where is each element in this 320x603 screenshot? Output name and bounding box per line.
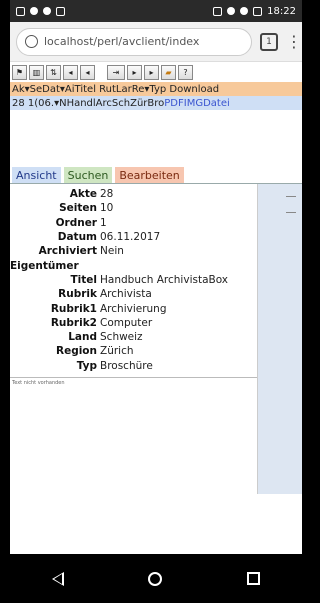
img-link[interactable]: IMG — [184, 98, 203, 109]
record-details: Akte 28 Seiten 10 Ordner 1 Datum 06.11.2… — [10, 184, 258, 494]
menu-dots-icon[interactable]: ⋮ — [286, 32, 302, 51]
field-label: Rubrik — [58, 288, 97, 301]
status-bar: 18:22 — [10, 0, 302, 22]
field-value: Nein — [100, 245, 124, 258]
detail-pane: Akte 28 Seiten 10 Ordner 1 Datum 06.11.2… — [10, 184, 302, 494]
field-label: Region — [55, 345, 97, 358]
field-label: Seiten — [59, 202, 97, 215]
battery-icon — [253, 6, 263, 16]
field-value: Archivierung — [100, 302, 167, 315]
preview-pane[interactable] — [258, 184, 302, 494]
field-value: Handbuch ArchivistaBox — [100, 273, 229, 286]
field-typ: Typ Broschüre — [10, 359, 257, 373]
clock: 18:22 — [267, 5, 296, 17]
list-header[interactable]: Ak▾SeDat▾AiTitel RutLarRe▾Typ Download — [10, 82, 302, 96]
text-note: Text nicht vorhanden — [12, 379, 65, 386]
field-value: 10 — [100, 202, 114, 215]
field-value: Broschüre — [100, 359, 153, 372]
field-value: 06.11.2017 — [100, 231, 161, 244]
flag-icon[interactable]: ⚑ — [12, 64, 27, 80]
field-datum: Datum 06.11.2017 — [10, 230, 257, 244]
first-page-icon[interactable]: ◂ — [63, 64, 78, 80]
location-icon — [30, 7, 38, 15]
phone-screen: 18:22 localhost/perl/avclient/index 1 ⋮ … — [10, 0, 302, 603]
archive-toolbar: ⚑ ▥ ⇅ ◂ ◂ ⇥ ▸ ▸ ▰ ? — [10, 62, 302, 82]
row-text: 28 1(06.▾NHandlArcSchZürBro — [12, 97, 165, 109]
field-value: Computer — [100, 316, 153, 329]
help-icon[interactable]: ? — [178, 64, 193, 80]
datei-link[interactable]: Datei — [203, 98, 230, 109]
tab-ansicht[interactable]: Ansicht — [12, 167, 61, 183]
tab-bearbeiten[interactable]: Bearbeiten — [115, 167, 184, 183]
field-value: 28 — [100, 188, 114, 201]
android-nav-bar — [10, 554, 302, 603]
prev-page-icon[interactable]: ◂ — [80, 64, 95, 80]
status-right-icons: 18:22 — [213, 6, 296, 17]
next-page-icon[interactable]: ▸ — [127, 64, 142, 80]
globe-icon — [25, 35, 38, 48]
field-titel: Titel Handbuch ArchivistaBox — [10, 273, 257, 287]
field-value: 1 — [100, 216, 107, 229]
status-left-icons — [16, 6, 65, 16]
url-text: localhost/perl/avclient/index — [44, 35, 200, 48]
sync-icon — [43, 7, 51, 15]
notification-icon — [16, 6, 25, 16]
field-ordner: Ordner 1 — [10, 216, 257, 230]
folder-icon[interactable]: ▰ — [161, 64, 176, 80]
field-rubrik2: Rubrik2 Computer — [10, 316, 257, 330]
bluetooth-icon — [227, 7, 236, 15]
browser-bar: localhost/perl/avclient/index 1 ⋮ — [10, 22, 302, 62]
list-empty-area — [10, 110, 302, 168]
field-value: Zürich — [100, 345, 134, 358]
field-label: Land — [68, 331, 97, 344]
field-akte: Akte 28 — [10, 187, 257, 201]
field-seiten: Seiten 10 — [10, 201, 257, 215]
goto-icon[interactable]: ⇥ — [107, 64, 125, 80]
field-value: Archivista — [100, 288, 152, 301]
home-icon[interactable] — [148, 571, 163, 586]
image-icon — [56, 6, 65, 16]
tab-bar: Ansicht Suchen Bearbeiten — [10, 167, 302, 184]
field-label: Rubrik2 — [50, 316, 97, 329]
preview-marker — [286, 196, 296, 197]
field-label: Akte — [69, 188, 97, 201]
field-label: Eigentümer — [10, 259, 79, 272]
field-label: Ordner — [55, 216, 97, 229]
field-value: Schweiz — [100, 331, 143, 344]
table-row[interactable]: 28 1(06.▾NHandlArcSchZürBro PDF IMG Date… — [10, 96, 302, 110]
field-region: Region Zürich — [10, 344, 257, 358]
field-land: Land Schweiz — [10, 330, 257, 344]
url-field[interactable]: localhost/perl/avclient/index — [16, 27, 252, 56]
last-page-icon[interactable]: ▸ — [144, 64, 159, 80]
back-icon[interactable] — [52, 571, 65, 586]
field-eigentuemer: Eigentümer — [10, 258, 257, 272]
tab-switcher-button[interactable]: 1 — [260, 32, 278, 51]
field-archiviert: Archiviert Nein — [10, 244, 257, 258]
field-label: Datum — [57, 231, 97, 244]
field-label: Typ — [76, 359, 97, 372]
field-label: Rubrik1 — [50, 302, 97, 315]
preview-marker — [286, 212, 296, 213]
field-label: Titel — [70, 273, 97, 286]
field-rubrik: Rubrik Archivista — [10, 287, 257, 301]
signal-icon — [240, 7, 249, 15]
field-rubrik1: Rubrik1 Archivierung — [10, 301, 257, 315]
nfc-icon — [213, 6, 223, 16]
recent-apps-icon[interactable] — [246, 572, 260, 585]
field-label: Archiviert — [38, 245, 97, 258]
tab-suchen[interactable]: Suchen — [63, 167, 113, 183]
pdf-link[interactable]: PDF — [164, 98, 183, 109]
sort-icon[interactable]: ⇅ — [46, 64, 61, 80]
columns-icon[interactable]: ▥ — [29, 64, 44, 80]
